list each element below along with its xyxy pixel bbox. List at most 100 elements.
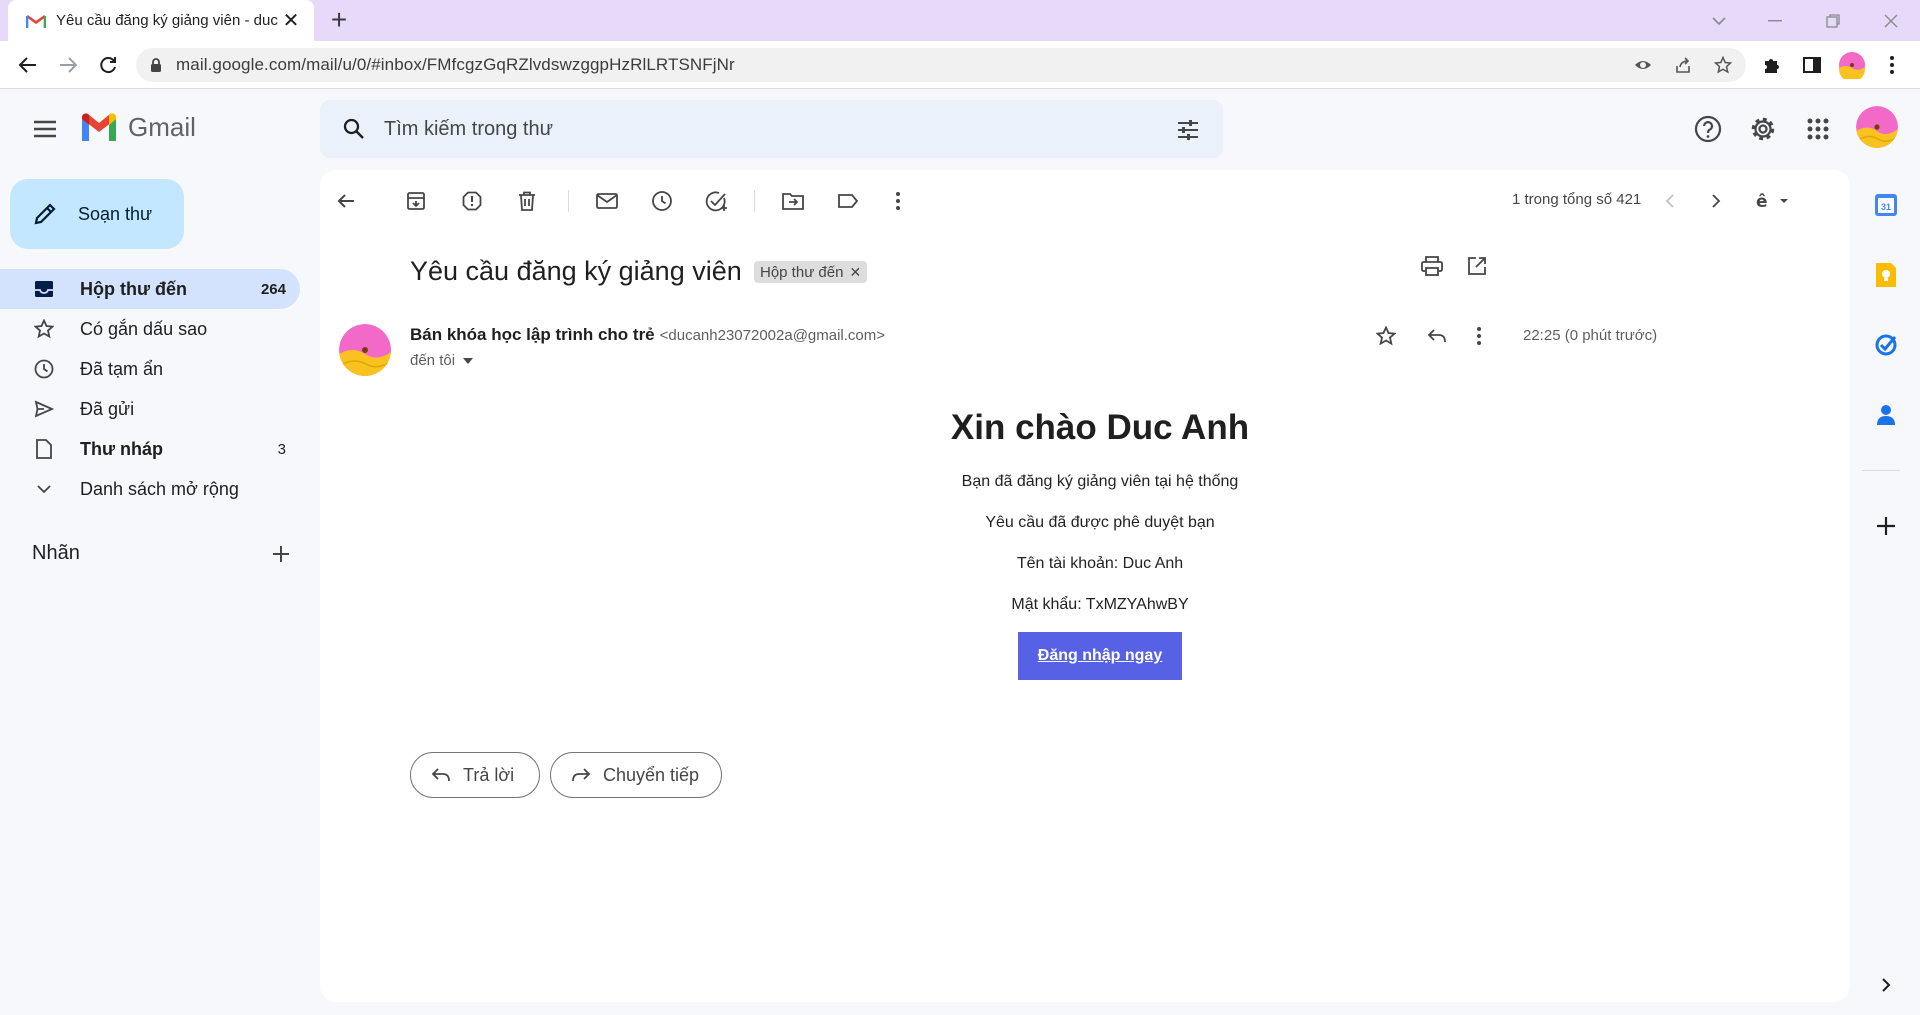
back-to-inbox-arrow-icon[interactable] [332,187,360,215]
archive-icon[interactable] [402,187,430,215]
reply-button[interactable]: Trả lời [410,752,540,798]
url-text: mail.google.com/mail/u/0/#inbox/FMfcgzGq… [176,55,735,74]
sidebar-item-more[interactable]: Danh sách mở rộng [0,469,300,509]
compose-button[interactable]: Soạn thư [10,179,184,249]
google-apps-grid-icon[interactable] [1803,114,1833,144]
message-view: 1 trong tổng số 421 ê Yêu cầu đăng ký gi… [320,170,1850,1002]
sidebar-item-label: Hộp thư đến [80,278,188,299]
account-avatar[interactable] [1856,106,1898,148]
minimize-window-icon[interactable] [1760,6,1790,36]
login-now-button[interactable]: Đăng nhập ngay [1018,632,1182,680]
tab-title: Yêu cầu đăng ký giảng viên - duc [56,12,278,29]
browser-menu-kebab-icon[interactable] [1878,51,1906,79]
browser-tab-bar: Yêu cầu đăng ký giảng viên - duc ✕ + [0,0,1920,41]
delete-trash-icon[interactable] [513,187,541,215]
report-spam-icon[interactable] [458,187,486,215]
recipient-text: đến tôi [410,352,456,369]
sidebar-item-label: Đã gửi [80,398,135,419]
tab-search-icon[interactable] [1704,6,1734,36]
open-new-window-icon[interactable] [1463,252,1491,280]
help-icon[interactable] [1693,114,1723,144]
mail-search-bar[interactable] [320,100,1223,158]
move-to-folder-icon[interactable] [779,187,807,215]
inbox-label-chip[interactable]: Hộp thư đến ✕ [754,261,868,283]
sidebar-item-label: Thư nháp [80,438,164,459]
sidebar-item-snoozed[interactable]: Đã tạm ẩn [0,349,300,389]
restore-window-icon[interactable] [1818,6,1848,36]
browser-tab-active[interactable]: Yêu cầu đăng ký giảng viên - duc ✕ [8,0,314,41]
svg-text:ê: ê [1756,192,1768,211]
search-icon[interactable] [342,117,366,141]
search-options-tune-icon[interactable] [1175,117,1201,143]
gmail-favicon-icon [26,13,46,29]
forward-button[interactable]: Chuyển tiếp [550,752,722,798]
address-bar[interactable]: mail.google.com/mail/u/0/#inbox/FMfcgzGq… [136,48,1746,82]
body-line-username: Tên tài khoản: Duc Anh [1016,555,1184,572]
newer-chevron-left-icon[interactable] [1656,187,1684,215]
mark-unread-mail-icon[interactable] [593,187,621,215]
compose-label: Soạn thư [78,203,153,224]
inbox-icon [32,277,56,301]
svg-text:31: 31 [1881,202,1891,212]
older-chevron-right-icon[interactable] [1702,187,1730,215]
reload-icon[interactable] [94,51,122,79]
add-label-plus-icon[interactable] [272,545,290,563]
more-actions-kebab-icon[interactable] [884,187,912,215]
reply-icon [431,767,451,783]
drafts-count: 3 [277,440,286,458]
forward-label: Chuyển tiếp [603,764,700,785]
toolbar-divider [568,190,569,212]
back-arrow-icon[interactable] [14,51,42,79]
print-icon[interactable] [1418,252,1446,280]
settings-gear-icon[interactable] [1748,114,1778,144]
lock-icon[interactable] [150,57,162,73]
sidebar-item-starred[interactable]: Có gắn dấu sao [0,309,300,349]
labels-section-header: Nhãn [32,542,290,565]
add-to-tasks-icon[interactable] [703,187,731,215]
sidebar-item-inbox[interactable]: Hộp thư đến 264 [0,269,300,309]
remove-label-close-icon[interactable]: ✕ [849,264,861,281]
google-calendar-icon[interactable]: 31 [1872,191,1900,219]
bookmark-star-icon[interactable] [1714,56,1732,74]
share-icon[interactable] [1674,56,1692,74]
new-tab-button[interactable]: + [326,6,352,34]
label-tag-icon[interactable] [834,187,862,215]
recipient-details[interactable]: đến tôi [410,352,474,369]
pencil-icon [32,201,58,227]
forward-arrow-icon[interactable] [54,51,82,79]
sidebar-item-drafts[interactable]: Thư nháp 3 [0,429,300,469]
show-side-panel-chevron-right-icon[interactable] [1872,971,1900,999]
google-contacts-icon[interactable] [1872,401,1900,429]
labels-title: Nhãn [32,542,80,564]
snooze-clock-icon[interactable] [648,187,676,215]
side-panel-icon[interactable] [1798,51,1826,79]
sidebar-item-label: Có gắn dấu sao [80,318,208,339]
sidebar-item-label: Danh sách mở rộng [80,478,239,499]
caret-down-icon[interactable] [463,357,474,364]
get-addons-plus-icon[interactable] [1872,512,1900,540]
label-chip-text: Hộp thư đến [760,263,844,281]
input-tools-dropdown-icon[interactable]: ê [1752,187,1796,215]
extensions-puzzle-icon[interactable] [1758,51,1786,79]
sender-name[interactable]: Bán khóa học lập trình cho trẻ [410,325,655,345]
chevron-down-icon [32,477,56,501]
reply-arrow-icon[interactable] [1423,322,1451,350]
sender-avatar[interactable] [339,324,391,376]
star-icon [32,317,56,341]
gmail-logo-text: Gmail [128,112,196,142]
tracking-eye-icon[interactable] [1634,56,1652,74]
gmail-logo[interactable]: Gmail [80,112,196,143]
sidebar-item-sent[interactable]: Đã gửi [0,389,300,429]
google-keep-icon[interactable] [1872,261,1900,289]
browser-toolbar: mail.google.com/mail/u/0/#inbox/FMfcgzGq… [0,41,1920,89]
close-window-icon[interactable] [1876,6,1906,36]
google-tasks-icon[interactable] [1872,331,1900,359]
close-tab-icon[interactable]: ✕ [280,10,302,32]
body-line-approved: Yêu cầu đã được phê duyệt bạn [985,514,1215,531]
main-menu-hamburger-icon[interactable] [28,114,62,144]
message-more-kebab-icon[interactable] [1465,322,1493,350]
star-message-icon[interactable] [1372,322,1400,350]
search-input[interactable] [384,117,1084,141]
draft-icon [32,437,56,461]
profile-avatar-icon[interactable] [1838,51,1866,79]
